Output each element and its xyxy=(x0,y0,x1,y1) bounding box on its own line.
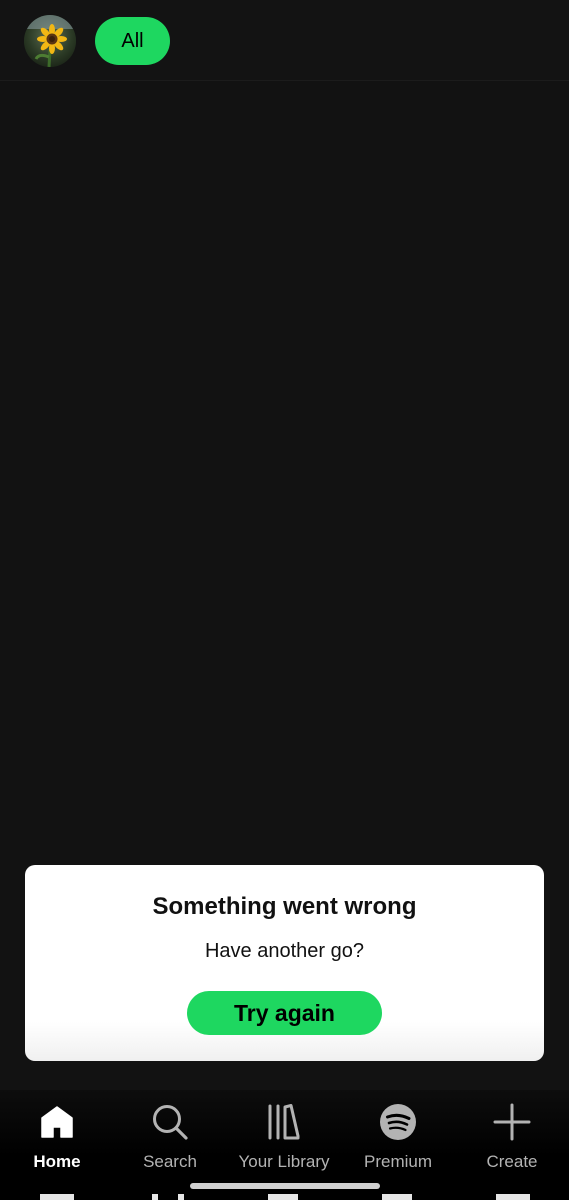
home-icon xyxy=(37,1102,77,1142)
scroll-peek-decoration xyxy=(0,1194,569,1200)
error-title: Something went wrong xyxy=(152,893,417,920)
nav-label-search: Search xyxy=(143,1152,197,1171)
search-icon xyxy=(150,1102,190,1142)
nav-label-your-library: Your Library xyxy=(238,1152,330,1171)
nav-item-premium[interactable]: Premium xyxy=(341,1102,455,1182)
error-subtitle: Have another go? xyxy=(204,940,364,962)
nav-item-create[interactable]: Create xyxy=(455,1102,569,1182)
nav-label-home: Home xyxy=(33,1152,81,1171)
library-icon xyxy=(264,1102,304,1142)
try-again-button[interactable]: Try again xyxy=(187,991,382,1035)
spotify-icon xyxy=(378,1102,418,1142)
error-card: Something went wrong Have another go? Tr… xyxy=(25,865,544,1061)
avatar[interactable] xyxy=(24,15,76,67)
nav-item-your-library[interactable]: Your Library xyxy=(227,1102,341,1182)
nav-label-premium: Premium xyxy=(363,1152,432,1171)
app-screen: All Something went wrong Have another go… xyxy=(0,0,569,1200)
nav-label-create: Create xyxy=(486,1152,538,1171)
sunflower-avatar-image xyxy=(24,15,76,67)
filter-chip-all[interactable]: All xyxy=(95,17,170,65)
nav-item-home[interactable]: Home xyxy=(0,1102,114,1182)
home-indicator[interactable] xyxy=(190,1183,380,1189)
plus-icon xyxy=(492,1102,532,1142)
nav-item-search[interactable]: Search xyxy=(113,1102,227,1182)
top-bar: All xyxy=(0,0,569,81)
